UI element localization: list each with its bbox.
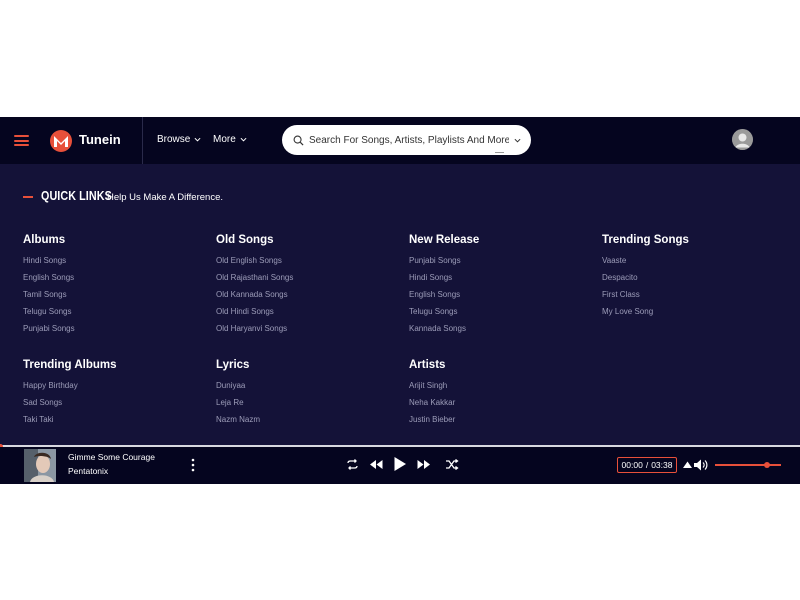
time-separator: / xyxy=(645,460,649,470)
top-nav-bar: Tunein Browse More xyxy=(0,117,800,164)
track-title[interactable]: Gimme Some Courage xyxy=(68,452,155,462)
search-icon xyxy=(293,135,304,146)
quick-links-subtitle: Help Us Make A Difference. xyxy=(107,192,223,203)
quick-link[interactable]: My Love Song xyxy=(602,306,689,323)
quick-link[interactable]: Telugu Songs xyxy=(23,306,75,323)
volume-icon[interactable] xyxy=(694,459,708,471)
quick-link[interactable]: Sad Songs xyxy=(23,397,117,414)
nav-browse-label: Browse xyxy=(157,134,191,145)
quick-link[interactable]: Old Kannada Songs xyxy=(216,289,293,306)
quick-link[interactable]: Taki Taki xyxy=(23,414,117,431)
current-time: 00:00 xyxy=(621,460,643,470)
quick-link[interactable]: Duniyaa xyxy=(216,380,260,397)
quick-link[interactable]: Punjabi Songs xyxy=(23,323,75,340)
quick-link[interactable]: Punjabi Songs xyxy=(409,255,479,272)
play-icon[interactable] xyxy=(394,457,406,471)
column-heading[interactable]: New Release xyxy=(409,234,479,248)
next-icon[interactable] xyxy=(417,460,430,469)
volume-handle[interactable] xyxy=(764,462,770,468)
quick-link[interactable]: First Class xyxy=(602,289,689,306)
quick-link[interactable]: Happy Birthday xyxy=(23,380,117,397)
shuffle-icon[interactable] xyxy=(446,459,459,470)
search-bar[interactable] xyxy=(282,125,531,155)
column-new-release: New Release Punjabi Songs Hindi Songs En… xyxy=(409,234,479,340)
quick-link[interactable]: Tamil Songs xyxy=(23,289,75,306)
track-duration: 03:38 xyxy=(651,460,673,470)
column-heading[interactable]: Lyrics xyxy=(216,359,260,373)
repeat-icon[interactable] xyxy=(346,459,359,470)
column-heading[interactable]: Albums xyxy=(23,234,75,248)
quick-link[interactable]: Old Rajasthani Songs xyxy=(216,272,293,289)
search-input[interactable] xyxy=(309,132,509,148)
quick-link[interactable]: Old English Songs xyxy=(216,255,293,272)
column-trending-albums: Trending Albums Happy Birthday Sad Songs… xyxy=(23,359,117,431)
track-artist[interactable]: Pentatonix xyxy=(68,466,108,476)
column-lyrics: Lyrics Duniyaa Leja Re Nazm Nazm xyxy=(216,359,260,431)
volume-slider[interactable] xyxy=(715,464,781,466)
column-albums: Albums Hindi Songs English Songs Tamil S… xyxy=(23,234,75,340)
avatar[interactable] xyxy=(732,129,753,150)
quick-link[interactable]: Hindi Songs xyxy=(409,272,479,289)
quick-links-title: QUICK LINKS xyxy=(41,189,112,203)
quick-link[interactable]: English Songs xyxy=(23,272,75,289)
nav-more[interactable]: More xyxy=(213,134,247,145)
search-dropdown-chevron-icon[interactable] xyxy=(514,137,521,144)
chevron-down-icon xyxy=(240,137,247,142)
previous-icon[interactable] xyxy=(370,460,383,469)
quick-link[interactable]: Hindi Songs xyxy=(23,255,75,272)
quick-link[interactable]: Arijit Singh xyxy=(409,380,455,397)
column-heading[interactable]: Trending Songs xyxy=(602,234,689,248)
header-divider xyxy=(142,117,143,164)
quick-link[interactable]: English Songs xyxy=(409,289,479,306)
quick-link[interactable]: Justin Bieber xyxy=(409,414,455,431)
column-heading[interactable]: Artists xyxy=(409,359,455,373)
more-options-icon[interactable] xyxy=(190,458,196,472)
quick-link[interactable]: Old Haryanvi Songs xyxy=(216,323,293,340)
quick-link[interactable]: Vaaste xyxy=(602,255,689,272)
expand-up-icon[interactable] xyxy=(683,461,692,468)
time-display: 00:00 / 03:38 xyxy=(617,457,677,473)
album-art[interactable] xyxy=(24,449,56,482)
search-underline xyxy=(495,152,504,153)
nav-browse[interactable]: Browse xyxy=(157,134,201,145)
quick-links-dash xyxy=(23,196,33,198)
quick-link[interactable]: Kannada Songs xyxy=(409,323,479,340)
quick-link[interactable]: Neha Kakkar xyxy=(409,397,455,414)
music-player-bar: Gimme Some Courage Pentatonix 00:00 / 03… xyxy=(0,447,800,484)
column-trending-songs: Trending Songs Vaaste Despacito First Cl… xyxy=(602,234,689,323)
logo-icon[interactable] xyxy=(49,129,73,153)
quick-link[interactable]: Telugu Songs xyxy=(409,306,479,323)
column-heading[interactable]: Trending Albums xyxy=(23,359,117,373)
chevron-down-icon xyxy=(194,137,201,142)
quick-link[interactable]: Leja Re xyxy=(216,397,260,414)
brand-name[interactable]: Tunein xyxy=(79,132,121,147)
column-artists: Artists Arijit Singh Neha Kakkar Justin … xyxy=(409,359,455,431)
quick-links-panel: QUICK LINKS Help Us Make A Difference. A… xyxy=(0,164,800,445)
user-icon xyxy=(732,129,753,150)
quick-link[interactable]: Despacito xyxy=(602,272,689,289)
album-art-image xyxy=(24,449,56,482)
menu-icon[interactable] xyxy=(14,135,29,146)
nav-more-label: More xyxy=(213,134,236,145)
column-old-songs: Old Songs Old English Songs Old Rajastha… xyxy=(216,234,293,340)
column-heading[interactable]: Old Songs xyxy=(216,234,293,248)
quick-link[interactable]: Nazm Nazm xyxy=(216,414,260,431)
quick-link[interactable]: Old Hindi Songs xyxy=(216,306,293,323)
